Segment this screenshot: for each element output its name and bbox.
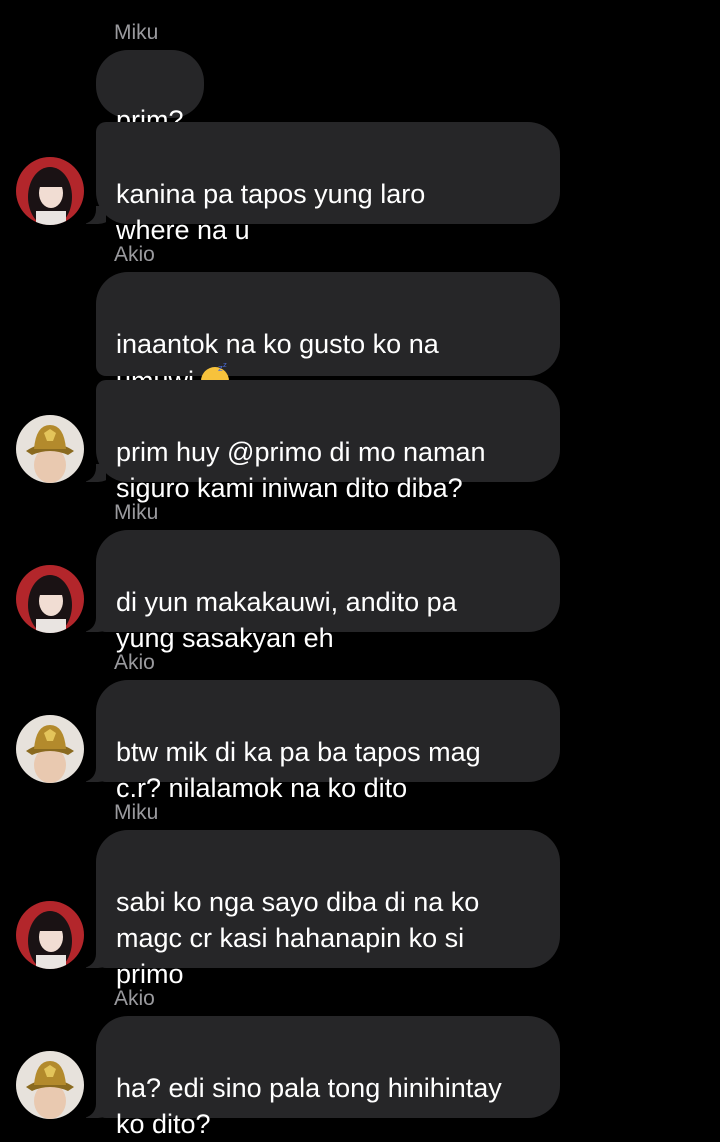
- message-bubble[interactable]: inaantok na ko gusto ko na umuwizz: [96, 272, 560, 396]
- message-text: prim huy @primo di mo naman siguro kami …: [116, 437, 486, 503]
- message-bubble[interactable]: prim?: [96, 50, 204, 135]
- message-bubble[interactable]: ha? edi sino pala tong hinihintay ko dit…: [86, 1016, 560, 1139]
- message-text: sabi ko nga sayo diba di na ko magc cr k…: [116, 887, 480, 989]
- bubble-tail: [86, 206, 106, 224]
- bucket-hat-avatar-icon: [16, 1051, 84, 1119]
- sender-name-akio: Akio: [114, 987, 155, 1010]
- bubble-tail: [86, 764, 106, 782]
- bubble-tail: [86, 464, 106, 482]
- girl-portrait-avatar-icon: [16, 565, 84, 633]
- avatar-miku[interactable]: [16, 565, 84, 633]
- bucket-hat-avatar-icon: [16, 415, 84, 483]
- avatar-akio[interactable]: [16, 715, 84, 783]
- svg-text:z: z: [223, 362, 227, 369]
- message-text: kanina pa tapos yung laro where na u: [116, 179, 426, 245]
- sender-name-miku: Miku: [114, 501, 159, 524]
- avatar-miku[interactable]: [16, 901, 84, 969]
- message-text: ha? edi sino pala tong hinihintay ko dit…: [116, 1073, 502, 1139]
- message-text: btw mik di ka pa ba tapos mag c.r? nilal…: [116, 737, 481, 803]
- avatar-miku[interactable]: [16, 157, 84, 225]
- sender-name-miku: Miku: [114, 801, 159, 824]
- sender-name-miku: Miku: [114, 21, 159, 44]
- avatar-akio[interactable]: [16, 1051, 84, 1119]
- message-bubble[interactable]: di yun makakauwi, andito pa yung sasakya…: [86, 530, 560, 653]
- avatar-akio[interactable]: [16, 415, 84, 483]
- sender-name-akio: Akio: [114, 243, 155, 266]
- bubble-tail: [86, 1100, 106, 1118]
- message-bubble[interactable]: sabi ko nga sayo diba di na ko magc cr k…: [86, 830, 560, 989]
- bucket-hat-avatar-icon: [16, 715, 84, 783]
- girl-portrait-avatar-icon: [16, 157, 84, 225]
- message-bubble[interactable]: prim huy @primo di mo naman siguro kami …: [86, 380, 560, 503]
- message-text: di yun makakauwi, andito pa yung sasakya…: [116, 587, 457, 653]
- message-bubble[interactable]: kanina pa tapos yung laro where na u: [86, 122, 560, 245]
- sender-name-akio: Akio: [114, 651, 155, 674]
- bubble-tail: [86, 950, 106, 968]
- bubble-tail: [86, 614, 106, 632]
- girl-portrait-avatar-icon: [16, 901, 84, 969]
- message-bubble[interactable]: btw mik di ka pa ba tapos mag c.r? nilal…: [86, 680, 560, 803]
